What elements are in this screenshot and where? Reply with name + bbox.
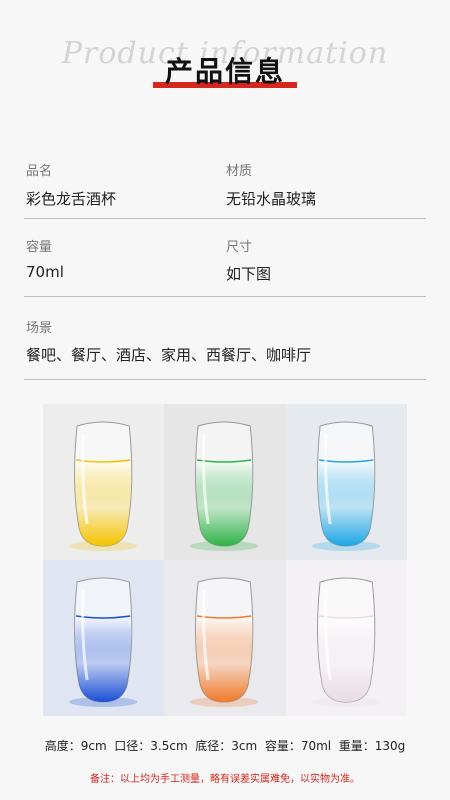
shot-glass-icon <box>190 577 259 707</box>
spec-label-scene: 场景 <box>26 321 53 336</box>
spec-label-size: 尺寸 <box>226 240 253 255</box>
page-header: Product information 产品信息 <box>0 28 450 98</box>
divider <box>24 218 426 219</box>
shot-glass-icon <box>311 577 380 707</box>
glass-photo <box>285 560 407 716</box>
spec-value-capacity: 70ml <box>26 263 64 281</box>
glass-photo <box>164 560 286 716</box>
spec-value-name: 彩色龙舌酒杯 <box>26 190 117 208</box>
divider <box>24 296 426 297</box>
shot-glass-icon <box>311 421 380 551</box>
divider <box>24 379 426 380</box>
note-text: 备注：以上均为手工测量，略有误差实属难免，以实物为准。 <box>90 774 360 785</box>
page-title: 产品信息 <box>164 55 285 88</box>
dimensions-text: 高度：9cm 口径：3.5cm 底径：3cm 容量：70ml 重量：130g <box>44 739 406 753</box>
shot-glass-icon <box>69 577 138 707</box>
spec-label-name: 品名 <box>26 164 53 179</box>
spec-value-material: 无铅水晶玻璃 <box>226 190 317 208</box>
spec-value-scene: 餐吧、餐厅、酒店、家用、西餐厅、咖啡厅 <box>26 346 312 364</box>
glass-photo <box>164 404 286 560</box>
shot-glass-icon <box>190 421 259 551</box>
spec-label-material: 材质 <box>226 164 253 179</box>
glass-photo <box>285 404 407 560</box>
spec-value-size: 如下图 <box>226 265 272 283</box>
glass-photo <box>43 404 165 560</box>
shot-glass-icon <box>69 421 138 551</box>
product-gallery <box>43 404 407 716</box>
glass-photo <box>43 560 165 716</box>
spec-label-capacity: 容量 <box>26 240 53 255</box>
